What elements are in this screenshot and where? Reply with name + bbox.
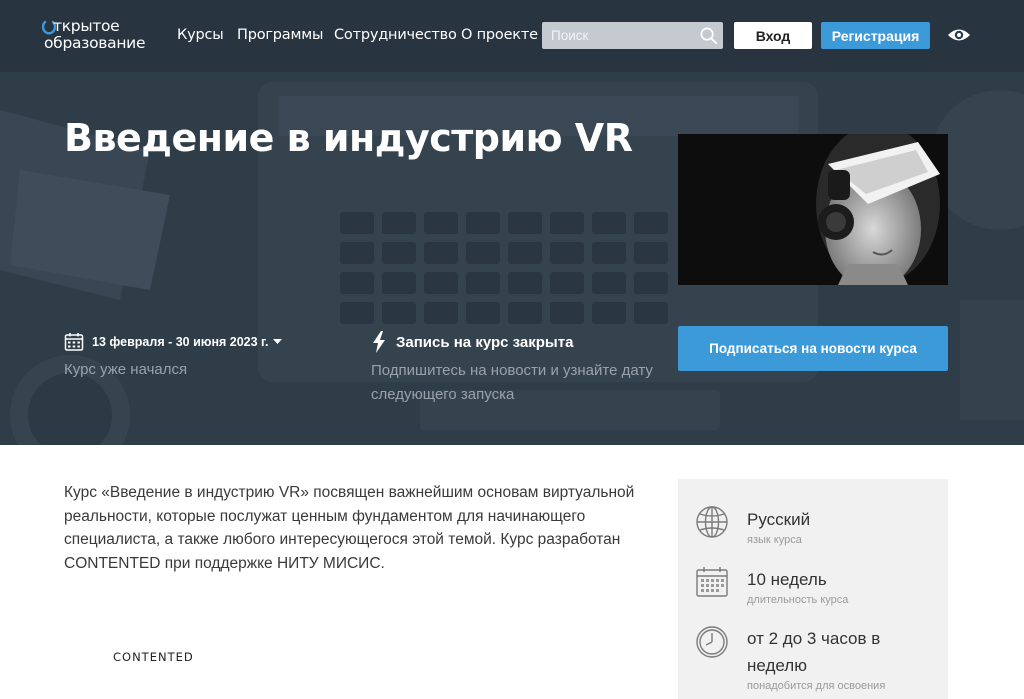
course-description: Курс «Введение в индустрию VR» посвящен … [64, 484, 635, 572]
nav-about[interactable]: О проекте [461, 27, 538, 43]
info-language-value: Русский [747, 510, 811, 529]
search-box [542, 22, 723, 49]
info-language-label: язык курса [747, 534, 802, 546]
partner-logo: CONTENTED [113, 650, 194, 664]
subscribe-news-button[interactable]: Подписаться на новости курса [678, 326, 948, 371]
logo-text-top: ткрытое [53, 17, 120, 35]
logo-text-bottom: образование [44, 34, 146, 52]
info-workload-label: понадобится для освоения [747, 680, 886, 692]
calendar-icon [64, 333, 84, 351]
lightning-icon [373, 331, 385, 353]
login-button[interactable]: Вход [734, 22, 812, 49]
info-duration-value: 10 недель [747, 570, 827, 589]
eye-icon[interactable] [947, 26, 971, 44]
clock-icon [696, 626, 728, 658]
globe-icon [696, 506, 728, 538]
course-dates-dropdown[interactable]: 13 февраля - 30 июня 2023 г. [64, 332, 283, 352]
calendar-icon [696, 567, 728, 597]
enrollment-closed-title: Запись на курс закрыта [396, 333, 574, 351]
nav-courses[interactable]: Курсы [177, 27, 224, 43]
search-icon[interactable] [699, 26, 718, 45]
chevron-down-icon [273, 339, 283, 344]
nav-cooperation[interactable]: Сотрудничество [334, 27, 457, 43]
site-logo[interactable]: ткрытое образование [42, 16, 156, 56]
register-button[interactable]: Регистрация [821, 22, 930, 49]
nav-programs[interactable]: Программы [237, 27, 323, 43]
info-workload-value: от 2 до 3 часов в неделю [747, 629, 881, 675]
enrollment-subtitle: Подпишитесь на новости и узнайте дату сл… [371, 362, 653, 403]
course-started-status: Курс уже начался [64, 361, 188, 378]
search-input[interactable] [542, 22, 692, 49]
vr-headset-photo [678, 134, 948, 285]
course-title: Введение в индустрию VR [64, 116, 633, 160]
enrollment-status: Запись на курс закрыта [372, 331, 573, 353]
top-navbar: ткрытое образование Курсы Программы Сотр… [0, 0, 1024, 72]
course-cover-image [678, 134, 948, 285]
course-dates: 13 февраля - 30 июня 2023 г. [92, 335, 269, 349]
info-duration-label: длительность курса [747, 594, 849, 606]
course-hero: ткрытое образование Курсы Программы Сотр… [0, 0, 1024, 445]
course-info-panel: Русский язык курса 10 недель длительност… [678, 479, 948, 699]
